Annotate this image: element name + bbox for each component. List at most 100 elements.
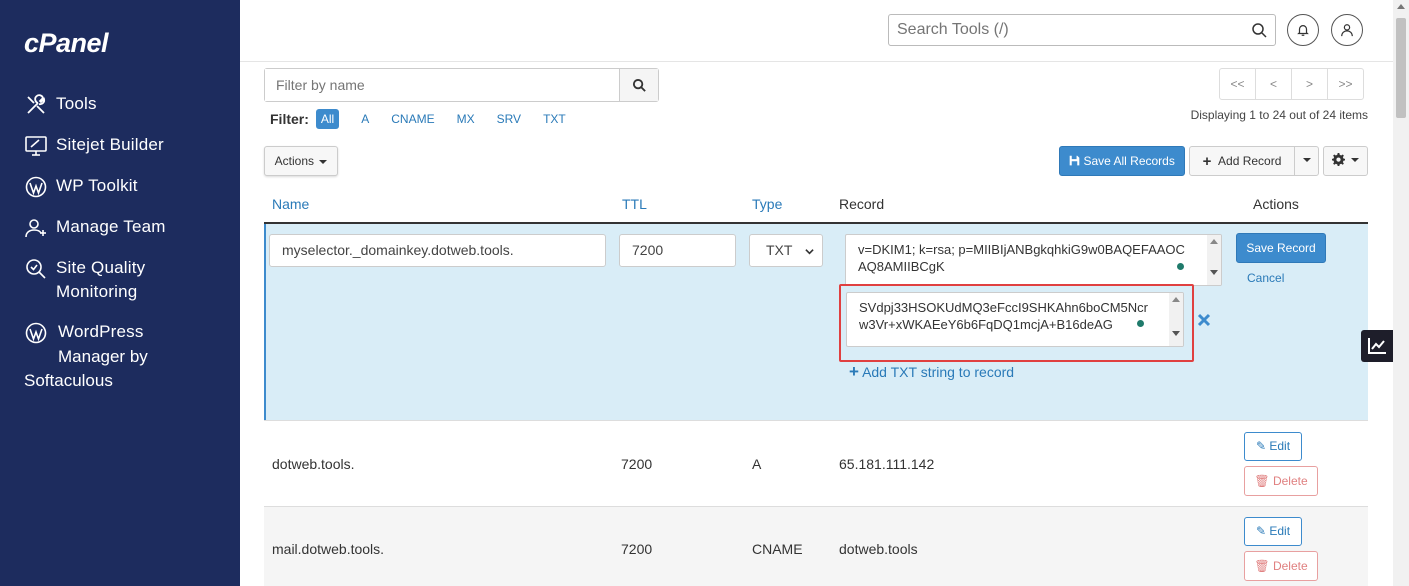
- page-first-button[interactable]: <<: [1219, 68, 1256, 100]
- edit-button[interactable]: ✎ Edit: [1244, 432, 1302, 461]
- sidebar-item-label: Tools: [56, 94, 97, 113]
- actions-dropdown-button[interactable]: Actions: [264, 146, 338, 176]
- filter-label: Filter:: [270, 111, 309, 127]
- sidebar-item-label: Manager by: [58, 347, 148, 366]
- caret-down-icon: [319, 159, 328, 164]
- record-name: mail.dotweb.tools.: [272, 541, 385, 557]
- sidebar-item-label: WordPress: [58, 322, 144, 341]
- column-header-actions: Actions: [1253, 196, 1299, 212]
- sidebar-item-label: Site Quality Monitoring: [56, 258, 146, 301]
- settings-dropdown-button[interactable]: [1323, 146, 1368, 176]
- cancel-link[interactable]: Cancel: [1247, 271, 1284, 285]
- page-scrollbar[interactable]: [1393, 0, 1409, 586]
- plus-icon: +: [849, 362, 859, 381]
- record-value: dotweb.tools: [839, 541, 918, 557]
- filter-option-srv[interactable]: SRV: [497, 112, 521, 126]
- search-tools-box: [888, 14, 1276, 46]
- record-value: 65.181.111.142: [839, 456, 935, 472]
- bell-icon: [1297, 25, 1309, 36]
- sidebar-nav: Tools Sitejet Builder WP Toolkit Manage …: [0, 92, 240, 409]
- record-type: A: [752, 456, 762, 472]
- gear-icon: [1331, 153, 1345, 166]
- actions-label: Actions: [274, 154, 314, 168]
- tools-icon: [27, 94, 46, 114]
- add-record-dropdown-button[interactable]: [1294, 146, 1319, 176]
- scroll-up-icon[interactable]: [1397, 4, 1405, 9]
- add-txt-string-link[interactable]: + Add TXT string to record: [849, 362, 1014, 382]
- page-next-button[interactable]: >: [1291, 68, 1328, 100]
- filter-option-all[interactable]: All: [315, 109, 340, 129]
- txt-string-textarea-1[interactable]: v=DKIM1; k=rsa; p=MIIBIjANBgkqhkiG9w0BAQ…: [845, 234, 1222, 286]
- filter-search-button[interactable]: [619, 69, 658, 101]
- record-type-select[interactable]: TXT: [749, 234, 823, 267]
- record-ttl: 7200: [621, 541, 653, 557]
- pagination: << < > >>: [1219, 68, 1364, 100]
- app-root: cPanel Tools Sitejet Builder WP Toolkit …: [0, 0, 1409, 586]
- user-menu-button[interactable]: [1331, 14, 1363, 46]
- sidebar-item-label: WP Toolkit: [56, 176, 138, 195]
- sidebar-item-wp-toolkit[interactable]: WP Toolkit: [0, 174, 240, 199]
- type-filter: Filter: All A CNAME MX SRV TXT: [270, 109, 588, 129]
- top-header: [240, 0, 1393, 62]
- search-icon[interactable]: [1251, 22, 1267, 38]
- column-header-type[interactable]: Type: [752, 196, 782, 212]
- page-last-button[interactable]: >>: [1327, 68, 1364, 100]
- stats-toggle-button[interactable]: [1361, 330, 1393, 362]
- record-ttl: 7200: [621, 456, 653, 472]
- notifications-button[interactable]: [1287, 14, 1319, 46]
- table-row: dotweb.tools. 7200 A 65.181.111.142 ✎ Ed…: [264, 420, 1368, 506]
- plus-icon: +: [1202, 153, 1212, 170]
- filter-option-a[interactable]: A: [361, 112, 369, 126]
- save-record-button[interactable]: Save Record: [1236, 233, 1326, 263]
- save-all-records-button[interactable]: Save All Records: [1059, 146, 1185, 176]
- column-header-record: Record: [839, 196, 885, 212]
- filter-by-name-input[interactable]: [265, 69, 619, 101]
- team-icon: [25, 219, 46, 238]
- sidebar-item-label: Sitejet Builder: [56, 135, 164, 154]
- delete-label: Delete: [1272, 474, 1308, 488]
- edit-label: Edit: [1269, 439, 1291, 453]
- caret-down-icon: [1351, 157, 1360, 162]
- filter-box: [264, 68, 659, 102]
- search-tools-input[interactable]: [889, 15, 1229, 45]
- record-name: dotweb.tools.: [272, 456, 355, 472]
- remove-txt-string-icon[interactable]: [1196, 312, 1212, 328]
- grammar-dot-icon: [1177, 263, 1184, 270]
- site-quality-icon: [26, 259, 46, 279]
- page-prev-button[interactable]: <: [1255, 68, 1292, 100]
- table-row: mail.dotweb.tools. 7200 CNAME dotweb.too…: [264, 506, 1368, 586]
- filter-option-mx[interactable]: MX: [457, 112, 475, 126]
- sidebar: cPanel Tools Sitejet Builder WP Toolkit …: [0, 0, 240, 586]
- sidebar-item-label: Softaculous: [24, 371, 113, 390]
- sitejet-icon: [25, 136, 47, 156]
- sidebar-item-wordpress-manager[interactable]: WordPress Manager by Softaculous: [0, 320, 240, 393]
- add-record-button[interactable]: + Add Record: [1189, 146, 1295, 176]
- filter-option-txt[interactable]: TXT: [543, 112, 566, 126]
- column-header-ttl[interactable]: TTL: [622, 196, 647, 212]
- wordpress-icon: [25, 322, 47, 344]
- add-record-label: Add Record: [1218, 154, 1282, 168]
- save-icon: [1069, 155, 1080, 166]
- sidebar-item-tools[interactable]: Tools: [0, 92, 240, 117]
- add-txt-label: Add TXT string to record: [862, 364, 1015, 380]
- record-type: CNAME: [752, 541, 803, 557]
- scrollbar-thumb[interactable]: [1396, 18, 1406, 118]
- column-header-name[interactable]: Name: [272, 196, 309, 212]
- sidebar-item-manage-team[interactable]: Manage Team: [0, 215, 240, 240]
- record-name-input[interactable]: myselector._domainkey.dotweb.tools.: [269, 234, 606, 267]
- caret-down-icon: [1302, 157, 1311, 162]
- record-ttl-input[interactable]: 7200: [619, 234, 736, 267]
- delete-button[interactable]: 🗑 Delete: [1244, 551, 1318, 581]
- edit-button[interactable]: ✎ Edit: [1244, 517, 1302, 546]
- textarea-scrollbar[interactable]: [1207, 235, 1221, 285]
- wordpress-icon: [25, 176, 47, 198]
- edit-label: Edit: [1269, 524, 1291, 538]
- highlight-box: [839, 284, 1194, 362]
- sidebar-item-site-quality[interactable]: Site Quality Monitoring: [0, 256, 240, 304]
- cpanel-logo[interactable]: cPanel: [24, 28, 109, 59]
- delete-button[interactable]: 🗑 Delete: [1244, 466, 1318, 496]
- chart-icon: [1368, 338, 1386, 354]
- sidebar-item-sitejet[interactable]: Sitejet Builder: [0, 133, 240, 158]
- filter-option-cname[interactable]: CNAME: [391, 112, 434, 126]
- sidebar-item-label: Manage Team: [56, 217, 166, 236]
